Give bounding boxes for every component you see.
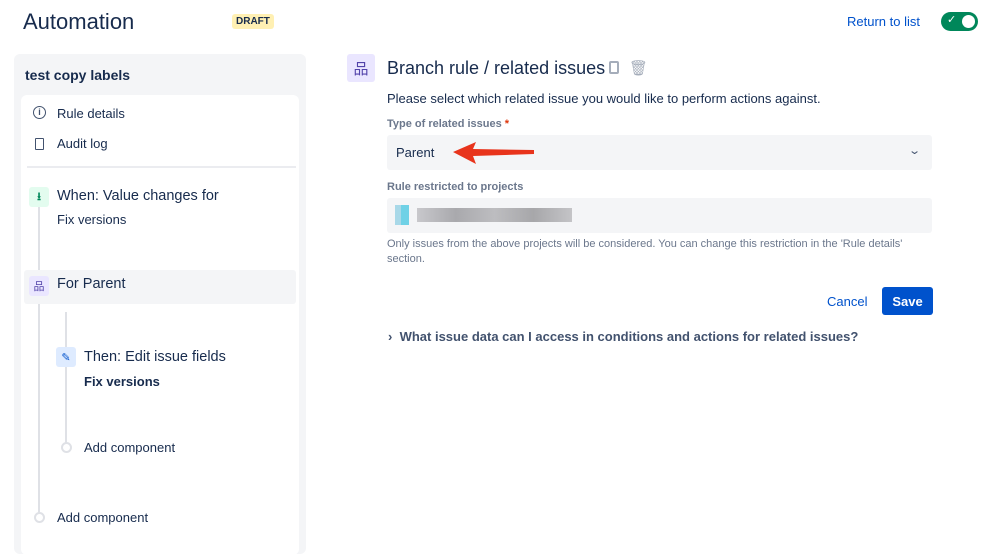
sidebar-item-rule-details[interactable]: Rule details	[57, 106, 125, 121]
branch-icon: 品	[347, 54, 375, 82]
add-node-icon	[61, 442, 72, 453]
action-title[interactable]: Then: Edit issue fields	[84, 349, 226, 365]
branch-icon: 品	[29, 276, 49, 296]
projects-field	[387, 198, 932, 233]
document-icon	[35, 138, 44, 150]
pencil-icon: ✎	[56, 347, 76, 367]
return-to-list-link[interactable]: Return to list	[847, 14, 920, 29]
divider	[27, 166, 296, 168]
trigger-detail: Fix versions	[57, 212, 127, 227]
annotation-arrow	[453, 142, 534, 164]
draft-badge: DRAFT	[232, 14, 274, 29]
branch-title[interactable]: For Parent	[57, 276, 126, 292]
rule-name: test copy labels	[25, 67, 131, 83]
branch-flow-line	[65, 312, 67, 447]
flow-line	[38, 205, 40, 517]
projects-label: Rule restricted to projects	[387, 181, 524, 193]
type-label: Type of related issues *	[387, 118, 510, 130]
trigger-icon: ⭳	[29, 187, 49, 207]
chevron-right-icon: ›	[388, 329, 393, 344]
rule-enabled-toggle[interactable]: ✓	[941, 12, 978, 31]
action-detail: Fix versions	[84, 374, 160, 389]
check-icon: ✓	[947, 14, 957, 26]
sidebar-item-audit-log[interactable]: Audit log	[57, 136, 108, 151]
copy-icon[interactable]	[609, 61, 619, 74]
blurred-project	[417, 208, 572, 222]
type-select-value: Parent	[396, 145, 435, 160]
add-component-inner[interactable]: Add component	[84, 440, 175, 455]
add-node-icon	[34, 512, 45, 523]
page-title: Automation	[23, 9, 135, 34]
rule-components-card	[21, 95, 299, 555]
trigger-title[interactable]: When: Value changes for	[57, 188, 219, 204]
save-button[interactable]: Save	[882, 287, 933, 315]
trash-icon[interactable]: 🗑	[629, 59, 648, 77]
add-component-outer[interactable]: Add component	[57, 510, 148, 525]
chevron-down-icon: ⌄	[907, 145, 921, 157]
cancel-button[interactable]: Cancel	[820, 287, 874, 315]
projects-help: Only issues from the above projects will…	[387, 238, 903, 265]
info-icon: i	[33, 106, 46, 119]
component-title: Branch rule / related issues	[387, 58, 606, 78]
description: Please select which related issue you wo…	[387, 91, 821, 106]
related-data-expander[interactable]: › What issue data can I access in condit…	[388, 329, 858, 344]
